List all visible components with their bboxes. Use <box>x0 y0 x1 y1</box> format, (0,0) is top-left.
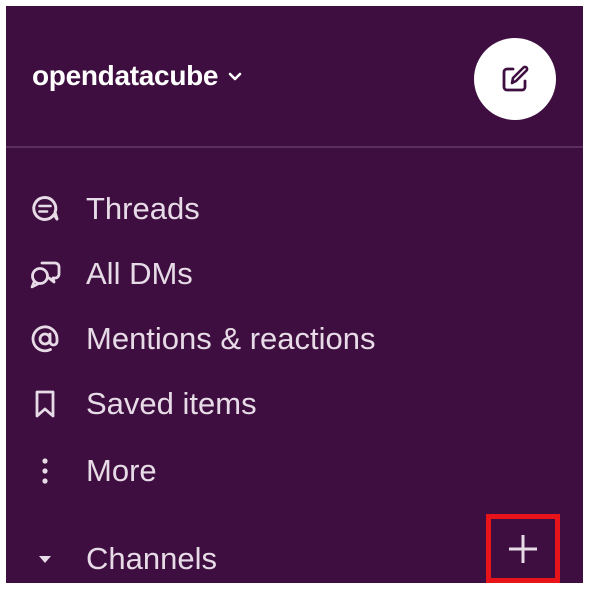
sidebar-item-label: All DMs <box>86 256 193 291</box>
compose-icon <box>502 65 529 92</box>
add-channel-button[interactable] <box>486 514 560 583</box>
compose-button[interactable] <box>474 38 556 120</box>
sidebar-item-more[interactable]: More <box>6 446 466 496</box>
workspace-switcher[interactable]: opendatacube <box>32 60 242 92</box>
at-icon <box>28 322 62 356</box>
plus-icon <box>509 534 537 563</box>
caret-down-icon <box>28 542 62 576</box>
sidebar-item-all-dms[interactable]: All DMs <box>6 249 466 299</box>
sidebar-item-label: More <box>86 453 157 488</box>
chevron-down-icon <box>228 72 242 81</box>
channels-section-label: Channels <box>86 541 217 576</box>
sidebar-item-label: Saved items <box>86 386 257 421</box>
sidebar-item-label: Threads <box>86 191 200 226</box>
sidebar-item-threads[interactable]: Threads <box>6 184 466 234</box>
channels-section-toggle[interactable]: Channels <box>6 534 466 583</box>
slack-sidebar: opendatacube Threads All DMs Mentions & … <box>6 6 583 583</box>
workspace-name: opendatacube <box>32 60 219 91</box>
sidebar-header: opendatacube <box>6 6 583 148</box>
threads-icon <box>28 192 62 226</box>
more-vertical-icon <box>28 454 62 488</box>
dms-icon <box>28 257 62 291</box>
sidebar-item-label: Mentions & reactions <box>86 321 376 356</box>
sidebar-item-mentions[interactable]: Mentions & reactions <box>6 314 466 364</box>
bookmark-icon <box>28 387 62 421</box>
sidebar-item-saved[interactable]: Saved items <box>6 379 466 429</box>
